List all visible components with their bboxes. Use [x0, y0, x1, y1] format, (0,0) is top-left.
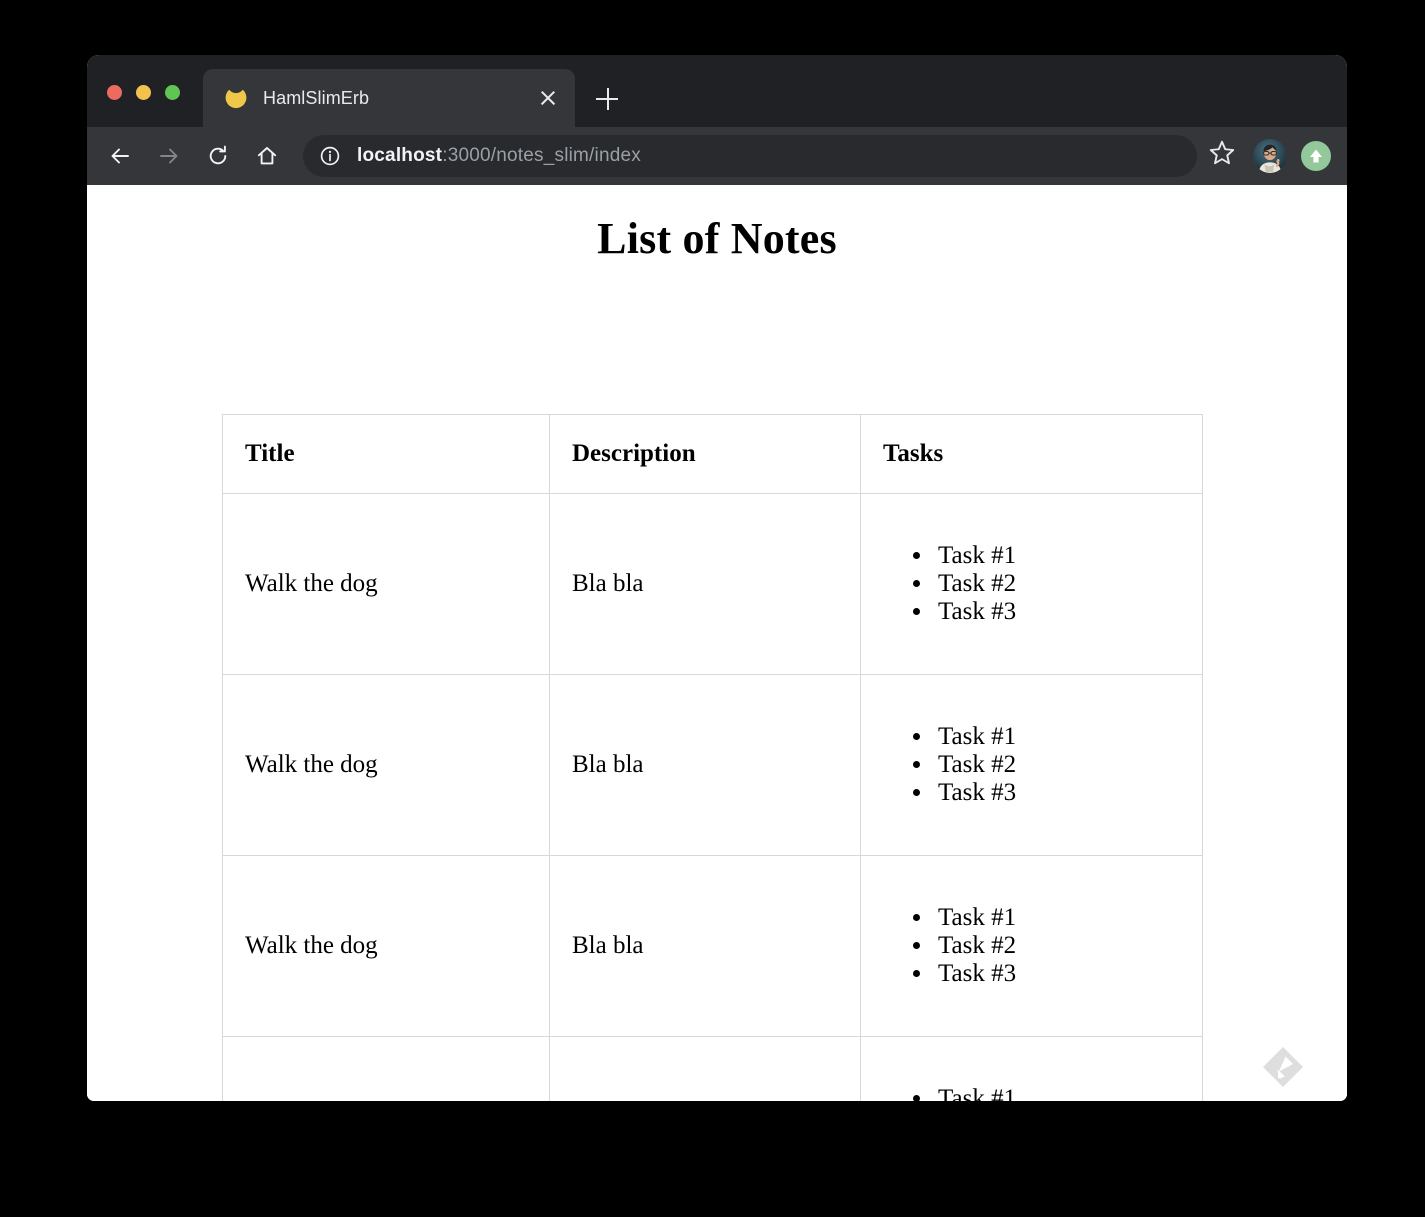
- crescent-moon-icon: [225, 87, 247, 109]
- cell-title: Walk the dog: [223, 494, 550, 675]
- reload-icon[interactable]: [197, 135, 239, 177]
- notes-table-head: Title Description Tasks: [223, 415, 1203, 494]
- forward-arrow-icon[interactable]: [148, 135, 190, 177]
- address-bar-path: :3000/notes_slim/index: [442, 145, 641, 166]
- window-minimize-button[interactable]: [136, 85, 151, 100]
- column-header-title: Title: [223, 415, 550, 494]
- cell-description: Bla bla: [550, 1037, 861, 1102]
- browser-toolbar: localhost:3000/notes_slim/index: [87, 127, 1347, 185]
- task-list: Task #1Task #2Task #3: [883, 904, 1180, 988]
- column-header-description: Description: [550, 415, 861, 494]
- star-icon[interactable]: [1207, 138, 1243, 174]
- page-viewport: List of Notes Title Description Tasks Wa…: [87, 185, 1347, 1101]
- notes-table-body: Walk the dogBla blaTask #1Task #2Task #3…: [223, 494, 1203, 1102]
- task-list: Task #1Task #2Task #3: [883, 723, 1180, 807]
- task-list-item: Task #3: [934, 598, 1180, 626]
- table-row: Walk the dogBla bla Task #1Task #2Task #3: [223, 675, 1203, 856]
- task-list-item: Task #1: [934, 904, 1180, 932]
- cell-title: Walk the dog: [223, 1037, 550, 1102]
- column-header-tasks: Tasks: [861, 415, 1203, 494]
- tab-hamlslimerb[interactable]: HamlSlimErb: [203, 69, 575, 127]
- cell-tasks: Task #1Task #2Task #3: [861, 856, 1203, 1037]
- address-bar-text: localhost:3000/notes_slim/index: [357, 145, 641, 167]
- cell-description: Bla bla: [550, 856, 861, 1037]
- address-bar[interactable]: localhost:3000/notes_slim/index: [303, 135, 1197, 177]
- close-icon[interactable]: [535, 85, 561, 111]
- task-list-item: Task #1: [934, 1085, 1180, 1101]
- table-row: Walk the dogBla bla Task #1Task #2Task #3: [223, 1037, 1203, 1102]
- upload-arrow-icon[interactable]: [1301, 141, 1331, 171]
- feedly-logo-icon: [1261, 1045, 1305, 1089]
- task-list: Task #1Task #2Task #3: [883, 1085, 1180, 1101]
- tab-strip: HamlSlimErb: [203, 69, 627, 127]
- browser-window: HamlSlimErb: [87, 55, 1347, 1101]
- window-traffic-lights: [107, 85, 180, 100]
- cell-description: Bla bla: [550, 675, 861, 856]
- task-list-item: Task #3: [934, 779, 1180, 807]
- avatar[interactable]: [1253, 139, 1287, 173]
- back-arrow-icon[interactable]: [99, 135, 141, 177]
- cell-description: Bla bla: [550, 494, 861, 675]
- task-list-item: Task #1: [934, 723, 1180, 751]
- home-icon[interactable]: [246, 135, 288, 177]
- window-close-button[interactable]: [107, 85, 122, 100]
- tab-title: HamlSlimErb: [263, 88, 535, 109]
- task-list-item: Task #1: [934, 542, 1180, 570]
- cell-title: Walk the dog: [223, 856, 550, 1037]
- window-maximize-button[interactable]: [165, 85, 180, 100]
- cell-tasks: Task #1Task #2Task #3: [861, 494, 1203, 675]
- task-list-item: Task #2: [934, 932, 1180, 960]
- table-row: Walk the dogBla bla Task #1Task #2Task #3: [223, 856, 1203, 1037]
- task-list-item: Task #2: [934, 751, 1180, 779]
- new-tab-button[interactable]: [587, 79, 627, 119]
- notes-table: Title Description Tasks Walk the dogBla …: [222, 414, 1203, 1101]
- task-list-item: Task #2: [934, 570, 1180, 598]
- cell-tasks: Task #1Task #2Task #3: [861, 675, 1203, 856]
- page-title: List of Notes: [87, 185, 1347, 264]
- task-list-item: Task #3: [934, 960, 1180, 988]
- cell-title: Walk the dog: [223, 675, 550, 856]
- table-header-row: Title Description Tasks: [223, 415, 1203, 494]
- task-list: Task #1Task #2Task #3: [883, 542, 1180, 626]
- cell-tasks: Task #1Task #2Task #3: [861, 1037, 1203, 1102]
- address-bar-host: localhost: [357, 145, 442, 166]
- info-circle-icon[interactable]: [319, 145, 341, 167]
- browser-title-bar: HamlSlimErb: [87, 55, 1347, 127]
- table-row: Walk the dogBla bla Task #1Task #2Task #3: [223, 494, 1203, 675]
